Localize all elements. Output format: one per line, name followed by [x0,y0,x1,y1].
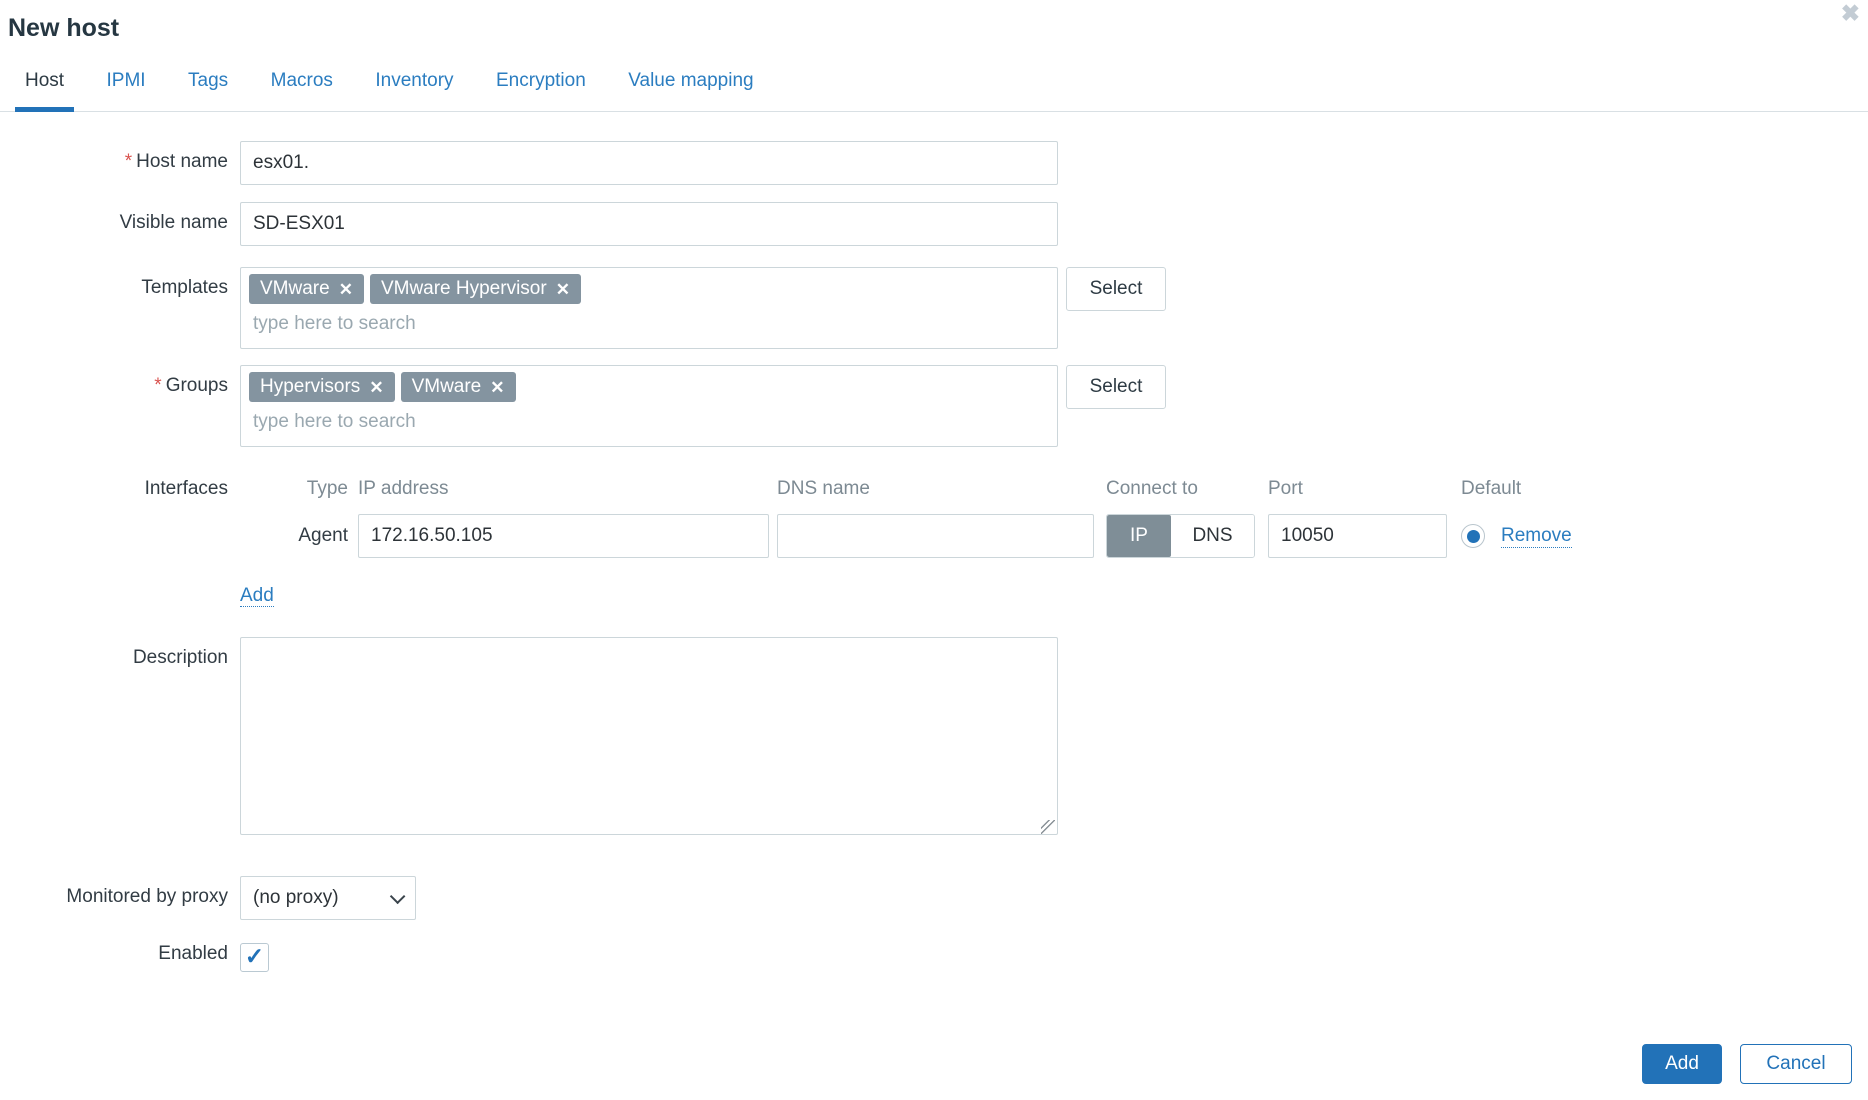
interface-remove-link[interactable]: Remove [1501,525,1572,548]
group-chip: VMware ✕ [401,372,516,402]
visible-name-input[interactable] [240,202,1058,246]
dialog-footer: Add Cancel [1642,1044,1852,1084]
enabled-row: Enabled ✓ [0,943,1868,972]
chip-remove-icon[interactable]: ✕ [490,379,504,396]
interface-add-link[interactable]: Add [240,585,274,607]
host-name-label: *Host name [0,141,228,173]
host-name-label-text: Host name [136,151,228,172]
tab-bar: Host IPMI Tags Macros Inventory Encrypti… [0,70,1868,112]
interface-port-input[interactable] [1268,514,1447,558]
template-chip-label: VMware [260,278,330,300]
visible-name-label: Visible name [0,202,228,234]
tab-ipmi[interactable]: IPMI [97,70,156,107]
groups-search-placeholder[interactable]: type here to search [249,402,1049,437]
tab-host[interactable]: Host [15,70,74,112]
groups-select-button[interactable]: Select [1066,365,1166,409]
interfaces-label: Interfaces [0,478,228,500]
groups-label-text: Groups [166,375,228,396]
template-chip: VMware ✕ [249,274,364,304]
monitored-by-proxy-select[interactable]: (no proxy) [240,876,416,920]
default-interface-radio[interactable] [1461,524,1485,548]
tab-macros[interactable]: Macros [261,70,343,107]
connect-to-toggle: IP DNS [1106,514,1255,558]
close-icon[interactable]: ✖ [1841,2,1860,25]
interface-type-label: Agent [240,525,358,547]
tab-tags[interactable]: Tags [178,70,238,107]
column-header-default: Default [1461,478,1521,500]
dialog-title: New host [0,0,1868,43]
description-label: Description [0,637,228,669]
interface-row-agent: Agent IP DNS [240,514,1572,558]
tab-value-mapping[interactable]: Value mapping [618,70,763,107]
groups-label: *Groups [0,365,228,397]
interface-ip-input[interactable] [358,514,769,558]
host-name-input[interactable] [240,141,1058,185]
required-marker: * [125,151,132,172]
interfaces-section: Interfaces Type IP address DNS name Conn… [0,478,1868,558]
group-chip-label: Hypervisors [260,376,360,398]
templates-multiselect[interactable]: VMware ✕ VMware Hypervisor ✕ type here t… [240,267,1058,349]
column-header-dns: DNS name [777,478,1094,500]
templates-search-placeholder[interactable]: type here to search [249,304,1049,339]
tab-encryption[interactable]: Encryption [486,70,596,107]
groups-multiselect[interactable]: Hypervisors ✕ VMware ✕ type here to sear… [240,365,1058,447]
description-row: Description [0,637,1868,840]
host-form: *Host name Visible name Templates VMware [0,141,1868,972]
interface-dns-input[interactable] [777,514,1094,558]
resize-grip-icon[interactable] [1041,820,1055,834]
visible-name-row: Visible name [0,202,1868,246]
check-icon: ✓ [245,945,264,968]
required-marker: * [154,375,161,396]
templates-label: Templates [0,267,228,299]
chip-remove-icon[interactable]: ✕ [339,281,353,298]
templates-select-button[interactable]: Select [1066,267,1166,311]
cancel-button[interactable]: Cancel [1740,1044,1852,1084]
chevron-down-icon [390,888,406,904]
groups-row: *Groups Hypervisors ✕ VMware ✕ type h [0,365,1868,447]
interface-add-row: Add [240,585,1868,607]
column-header-port: Port [1268,478,1447,500]
chip-remove-icon[interactable]: ✕ [556,281,570,298]
chip-remove-icon[interactable]: ✕ [369,379,383,396]
connect-to-ip-option[interactable]: IP [1107,515,1171,557]
template-chip-label: VMware Hypervisor [381,278,547,300]
tab-inventory[interactable]: Inventory [365,70,463,107]
description-textarea[interactable] [240,637,1058,835]
column-header-connect-to: Connect to [1106,478,1255,500]
connect-to-dns-option[interactable]: DNS [1171,515,1254,557]
group-chip-label: VMware [412,376,482,398]
add-button[interactable]: Add [1642,1044,1722,1084]
host-name-row: *Host name [0,141,1868,185]
column-header-ip: IP address [358,478,769,500]
proxy-row: Monitored by proxy (no proxy) [0,876,1868,920]
enabled-checkbox[interactable]: ✓ [240,943,269,972]
proxy-selected-value: (no proxy) [253,887,339,909]
template-chip: VMware Hypervisor ✕ [370,274,581,304]
templates-row: Templates VMware ✕ VMware Hypervisor ✕ t… [0,267,1868,349]
interfaces-header: Type IP address DNS name Connect to Port… [240,478,1572,500]
new-host-dialog: ✖ New host Host IPMI Tags Macros Invento… [0,0,1868,1100]
radio-selected-dot [1467,530,1480,543]
enabled-label: Enabled [0,943,228,965]
column-header-type: Type [240,478,358,500]
proxy-label: Monitored by proxy [0,876,228,908]
group-chip: Hypervisors ✕ [249,372,395,402]
